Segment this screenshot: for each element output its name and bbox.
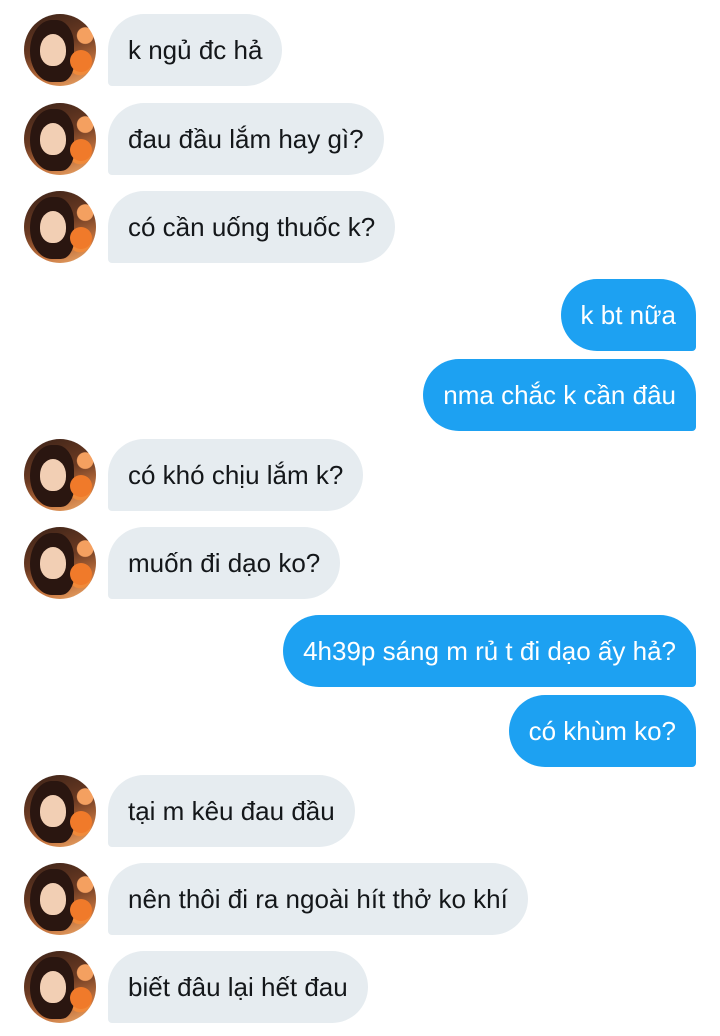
message-outgoing[interactable]: nma chắc k cần đâu <box>296 359 696 431</box>
message-thread: k ngủ đc hả đau đầu lắm hay gì? có cần u… <box>0 0 720 1036</box>
message-bubble: tại m kêu đau đầu <box>108 775 355 847</box>
message-bubble: có khó chịu lắm k? <box>108 439 364 511</box>
message-bubble: đau đầu lắm hay gì? <box>108 103 384 175</box>
contact-avatar[interactable] <box>24 103 96 175</box>
contact-avatar[interactable] <box>24 191 96 263</box>
contact-avatar[interactable] <box>24 14 96 86</box>
message-outgoing[interactable]: có khùm ko? <box>296 695 696 767</box>
message-outgoing[interactable]: 4h39p sáng m rủ t đi dạo ấy hả? <box>196 615 696 687</box>
contact-avatar[interactable] <box>24 527 96 599</box>
contact-avatar[interactable] <box>24 775 96 847</box>
message-bubble: biết đâu lại hết đau <box>108 951 368 1023</box>
contact-avatar[interactable] <box>24 439 96 511</box>
message-bubble: nma chắc k cần đâu <box>423 359 696 431</box>
contact-avatar[interactable] <box>24 863 96 935</box>
message-bubble: nên thôi đi ra ngoài hít thở ko khí <box>108 863 528 935</box>
message-bubble: có khùm ko? <box>508 695 696 767</box>
message-bubble: k bt nữa <box>560 279 696 351</box>
message-bubble: có cần uống thuốc k? <box>108 191 396 263</box>
message-bubble: k ngủ đc hả <box>108 14 283 86</box>
contact-avatar[interactable] <box>24 951 96 1023</box>
message-bubble: 4h39p sáng m rủ t đi dạo ấy hả? <box>283 615 696 687</box>
message-bubble: muốn đi dạo ko? <box>108 527 341 599</box>
message-outgoing[interactable]: k bt nữa <box>296 279 696 351</box>
